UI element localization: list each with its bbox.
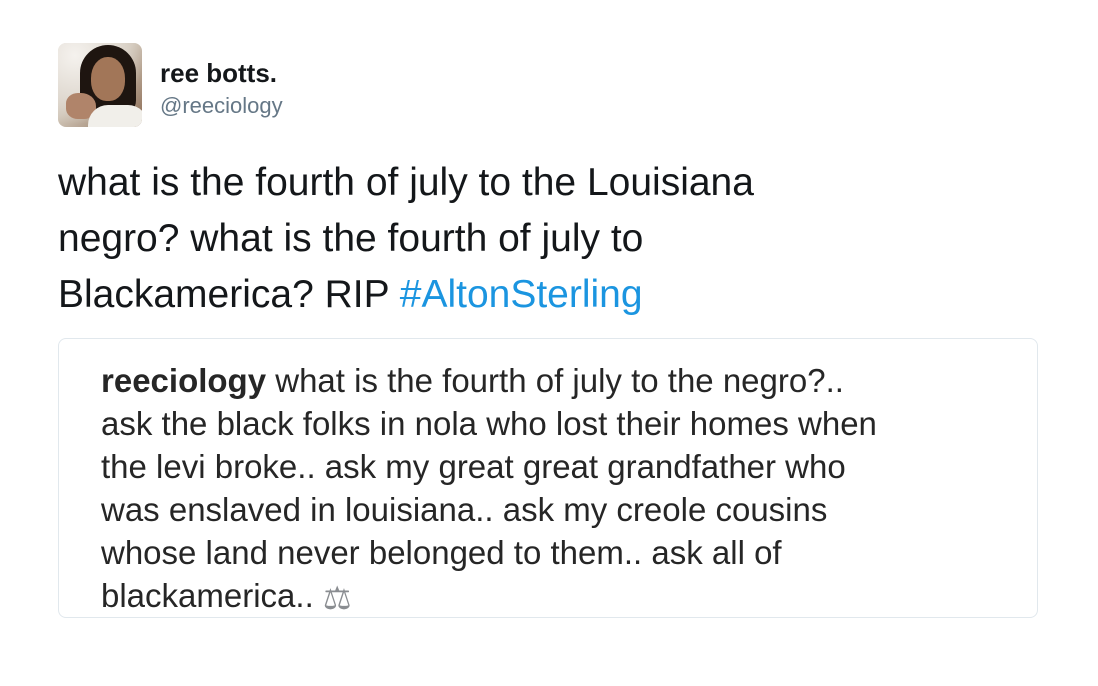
caption-text: blackamerica.. <box>101 577 323 614</box>
caption-line: reeciology what is the fourth of july to… <box>101 359 1021 402</box>
tweet-text-segment: Blackamerica? RIP <box>58 273 400 316</box>
avatar-face <box>91 57 125 101</box>
caption-line: the levi broke.. ask my great great gran… <box>101 448 846 485</box>
hashtag-link[interactable]: #AltonSterling <box>400 273 643 316</box>
tweet-text: what is the fourth of july to the Louisi… <box>58 155 1048 323</box>
caption-line: whose land never belonged to them.. ask … <box>101 534 782 571</box>
quoted-caption: reeciology what is the fourth of july to… <box>101 359 1021 620</box>
scales-icon: ⚖ <box>322 579 352 617</box>
quoted-image-card[interactable]: reeciology what is the fourth of july to… <box>58 338 1038 618</box>
tweet-text-line: negro? what is the fourth of july to <box>58 217 644 260</box>
caption-line: ask the black folks in nola who lost the… <box>101 405 877 442</box>
caption-username: reeciology <box>101 362 267 399</box>
tweet-text-line: what is the fourth of july to the Louisi… <box>58 161 754 204</box>
caption-line: blackamerica.. ⚖ <box>101 574 1021 620</box>
profile-avatar[interactable] <box>58 43 142 127</box>
caption-line: was enslaved in louisiana.. ask my creol… <box>101 491 828 528</box>
avatar-shirt <box>88 105 142 127</box>
user-handle[interactable]: @reeciology <box>160 93 283 119</box>
display-name[interactable]: ree botts. <box>160 58 277 89</box>
tweet-text-line: Blackamerica? RIP #AltonSterling <box>58 267 1048 323</box>
caption-text: what is the fourth of july to the negro?… <box>266 362 844 399</box>
